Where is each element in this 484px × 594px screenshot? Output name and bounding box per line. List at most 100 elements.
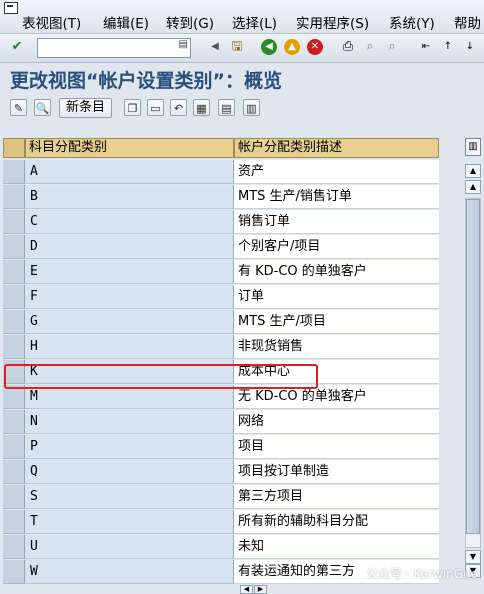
row-selector[interactable] (3, 335, 25, 359)
watermark: 公众号 · KerwinGuo (366, 567, 479, 581)
new-entries-button[interactable]: 新条目 (59, 98, 113, 118)
table-row: T 所有新的辅助科目分配 (3, 510, 439, 535)
table-row: U 未知 (3, 535, 439, 560)
select-block-icon[interactable]: ▤ (218, 99, 235, 116)
table-row: P 项目 (3, 435, 439, 460)
category-code-cell[interactable]: C (25, 210, 234, 234)
description-cell[interactable]: 第三方项目 (234, 485, 439, 509)
row-selector[interactable] (3, 310, 25, 334)
row-selector[interactable] (3, 160, 25, 184)
description-cell[interactable]: 所有新的辅助科目分配 (234, 510, 439, 534)
menu-goto[interactable]: 转到(G) (166, 12, 214, 32)
find-next-icon[interactable]: ⌕ (384, 39, 400, 55)
category-code-cell[interactable]: A (25, 160, 234, 184)
undo-icon[interactable]: ↶ (170, 99, 187, 116)
description-cell[interactable]: 未知 (234, 535, 439, 559)
deselect-all-icon[interactable]: ▥ (243, 99, 260, 116)
row-selector[interactable] (3, 435, 25, 459)
category-code-cell[interactable]: T (25, 510, 234, 534)
menu-system[interactable]: 系统(Y) (389, 12, 435, 32)
scroll-left-icon[interactable]: ◀ (240, 585, 253, 594)
category-code-cell[interactable]: U (25, 535, 234, 559)
menu-table-view[interactable]: 表视图(T) (22, 12, 81, 32)
scroll-up-icon[interactable]: ▲ (465, 180, 481, 194)
category-code-cell[interactable]: B (25, 185, 234, 209)
select-all-icon[interactable]: ▦ (193, 99, 210, 116)
first-page-icon[interactable]: ⇤ (418, 39, 434, 55)
cancel-icon[interactable]: ✕ (307, 39, 323, 55)
description-cell[interactable]: 网络 (234, 410, 439, 434)
menu-help[interactable]: 帮助 (454, 12, 481, 32)
copy-icon[interactable]: ❐ (124, 99, 141, 116)
delete-icon[interactable]: ▭ (147, 99, 164, 116)
table-row: E有 KD-CO 的单独客户 (3, 260, 439, 285)
category-code-cell[interactable]: N (25, 410, 234, 434)
collapse-icon[interactable]: ◀ (207, 39, 223, 55)
print-icon[interactable]: ⎙ (340, 39, 356, 55)
save-icon[interactable]: 🖫 (229, 39, 245, 55)
category-code-cell[interactable]: E (25, 260, 234, 284)
table-row: C 销售订单 (3, 210, 439, 235)
find-icon[interactable]: ⌕ (362, 39, 378, 55)
vertical-scrollbar[interactable]: ▥ ▲ ▲ ▼ ▼ (465, 138, 481, 578)
category-code-cell[interactable]: P (25, 435, 234, 459)
system-menu-icon[interactable] (4, 2, 18, 14)
description-cell[interactable]: 订单 (234, 285, 439, 309)
row-selector[interactable] (3, 485, 25, 509)
row-selector[interactable] (3, 260, 25, 284)
scroll-track[interactable] (465, 198, 481, 548)
description-cell[interactable]: MTS 生产/销售订单 (234, 185, 439, 209)
menu-selection[interactable]: 选择(L) (232, 12, 277, 32)
next-page-icon[interactable]: ↓ (462, 39, 478, 55)
prev-page-icon[interactable]: ↑ (440, 39, 456, 55)
row-selector[interactable] (3, 235, 25, 259)
category-code-cell[interactable]: W (25, 560, 234, 584)
description-cell[interactable]: MTS 生产/项目 (234, 310, 439, 334)
command-field[interactable]: ▤ (37, 38, 191, 58)
category-code-cell[interactable]: H (25, 335, 234, 359)
column-header-account-category[interactable]: 科目分配类别 (25, 138, 234, 158)
horizontal-scrollbar[interactable]: ◀ ▶ (240, 585, 470, 594)
table-row: B MTS 生产/销售订单 (3, 185, 439, 210)
category-code-cell[interactable]: Q (25, 460, 234, 484)
select-all-rows-icon[interactable] (3, 138, 25, 158)
description-cell[interactable]: 个别客户/项目 (234, 235, 439, 259)
row-selector[interactable] (3, 410, 25, 434)
table-row: N 网络 (3, 410, 439, 435)
description-cell[interactable]: 非现货销售 (234, 335, 439, 359)
description-cell[interactable]: 资产 (234, 160, 439, 184)
row-selector[interactable] (3, 510, 25, 534)
table-settings-icon[interactable]: ▥ (465, 138, 481, 156)
find-entries-icon[interactable]: 🔍 (34, 99, 51, 116)
scroll-thumb[interactable] (466, 199, 480, 534)
category-code-cell[interactable]: F (25, 285, 234, 309)
category-code-cell[interactable]: G (25, 310, 234, 334)
row-selector[interactable] (3, 185, 25, 209)
description-cell[interactable]: 项目按订单制造 (234, 460, 439, 484)
menu-bar: 表视图(T) 编辑(E) 转到(G) 选择(L) 实用程序(S) 系统(Y) 帮… (0, 0, 484, 34)
row-selector[interactable] (3, 285, 25, 309)
scroll-down-icon[interactable]: ▼ (465, 550, 481, 564)
description-cell[interactable]: 有 KD-CO 的单独客户 (234, 260, 439, 284)
history-icon[interactable]: ▤ (179, 39, 188, 50)
category-code-cell[interactable]: D (25, 235, 234, 259)
menu-utilities[interactable]: 实用程序(S) (296, 12, 369, 32)
command-input[interactable] (38, 39, 180, 55)
row-selector[interactable] (3, 210, 25, 234)
column-header-description[interactable]: 帐户分配类别描述 (234, 138, 439, 158)
menu-edit[interactable]: 编辑(E) (103, 12, 149, 32)
scroll-right-icon[interactable]: ▶ (254, 585, 267, 594)
description-cell[interactable]: 销售订单 (234, 210, 439, 234)
application-toolbar: ✎ 🔍 新条目 ❐ ▭ ↶ ▦ ▤ ▥ (0, 95, 484, 122)
row-selector[interactable] (3, 535, 25, 559)
exit-icon[interactable]: ▲ (284, 39, 300, 55)
row-selector[interactable] (3, 460, 25, 484)
table-row: Q 项目按订单制造 (3, 460, 439, 485)
display-change-icon[interactable]: ✎ (10, 99, 27, 116)
description-cell[interactable]: 项目 (234, 435, 439, 459)
scroll-first-icon[interactable]: ▲ (465, 164, 481, 178)
category-code-cell[interactable]: S (25, 485, 234, 509)
row-selector[interactable] (3, 560, 25, 584)
enter-icon[interactable]: ✔ (9, 39, 25, 55)
back-icon[interactable]: ◀ (261, 39, 277, 55)
